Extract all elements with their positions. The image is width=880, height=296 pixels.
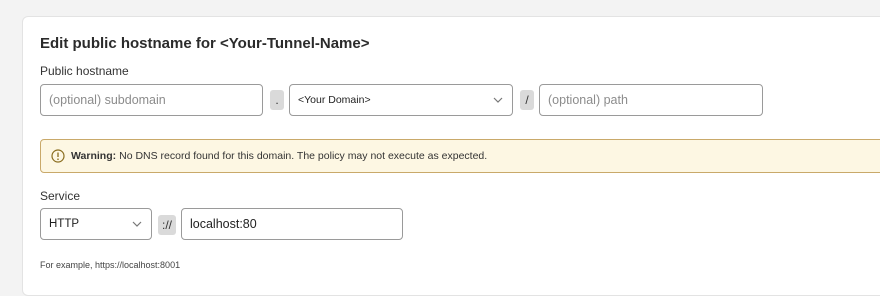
service-label: Service (40, 189, 81, 203)
dot-separator: . (270, 90, 284, 110)
warning-title: Warning: (71, 150, 117, 162)
path-placeholder: (optional) path (548, 93, 628, 107)
scheme-separator: :// (158, 215, 176, 235)
service-type-select[interactable]: HTTP (40, 208, 152, 240)
subdomain-placeholder: (optional) subdomain (49, 93, 166, 107)
chevron-down-icon (132, 221, 142, 227)
public-hostname-label: Public hostname (40, 64, 129, 78)
subdomain-input[interactable]: (optional) subdomain (40, 84, 263, 116)
warning-message: No DNS record found for this domain. The… (119, 150, 488, 162)
service-type-value: HTTP (49, 218, 80, 230)
domain-select-value: <Your Domain> (298, 94, 371, 106)
service-url-input[interactable]: localhost:80 (181, 208, 403, 240)
chevron-down-icon (493, 97, 503, 103)
slash-separator: / (520, 90, 534, 110)
page-title: Edit public hostname for <Your-Tunnel-Na… (40, 35, 370, 52)
service-url-value: localhost:80 (190, 217, 257, 231)
warning-circle-icon (51, 149, 65, 163)
domain-select[interactable]: <Your Domain> (289, 84, 513, 116)
service-hint: For example, https://localhost:8001 (40, 260, 181, 270)
path-input[interactable]: (optional) path (539, 84, 763, 116)
dns-warning-banner: Warning: No DNS record found for this do… (40, 139, 880, 173)
